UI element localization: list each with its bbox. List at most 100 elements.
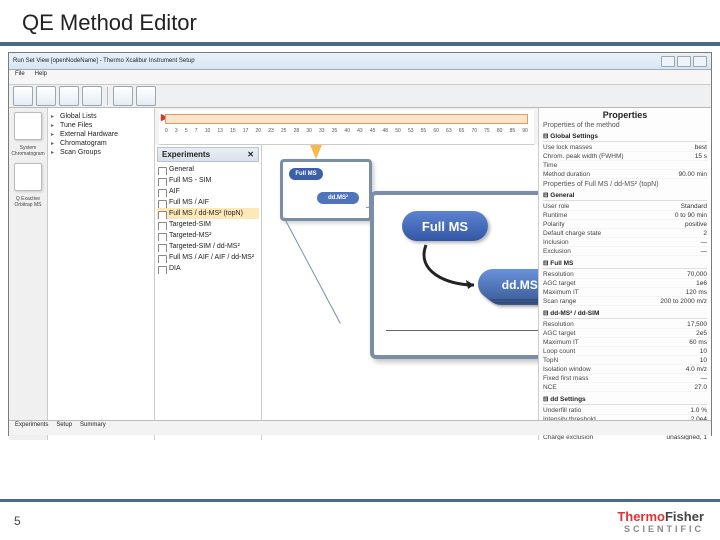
property-group[interactable]: General [543, 191, 707, 201]
window-titlebar[interactable]: Run Set View [openNodeName] - Thermo Xca… [9, 53, 711, 70]
property-value[interactable]: 17,500 [687, 321, 707, 328]
experiment-item[interactable]: General [157, 164, 259, 175]
property-row[interactable]: NCE27.0 [543, 383, 707, 392]
property-row[interactable]: Inclusion— [543, 238, 707, 247]
property-row[interactable]: Time [543, 161, 707, 170]
property-value[interactable]: 10 [700, 357, 707, 364]
property-row[interactable]: Maximum IT120 ms [543, 288, 707, 297]
experiment-item[interactable]: Targeted-SIM [157, 219, 259, 230]
tree-item[interactable]: External Hardware [50, 130, 152, 139]
property-row[interactable]: AGC target2e5 [543, 329, 707, 338]
toolbar-print-icon[interactable] [82, 86, 102, 106]
experiment-item[interactable]: Full MS - SIM [157, 175, 259, 186]
experiments-close-icon[interactable]: ✕ [247, 150, 254, 159]
experiment-item[interactable]: AIF [157, 186, 259, 197]
property-row[interactable]: TopN10 [543, 356, 707, 365]
toolbar-open-icon[interactable] [36, 86, 56, 106]
property-row[interactable]: Isolation window4.0 m/z [543, 365, 707, 374]
property-row[interactable]: Chrom. peak width (FWHM)15 s [543, 152, 707, 161]
ddms2-pill[interactable]: dd.MS2 [478, 269, 538, 299]
toolbar-redo-icon[interactable] [136, 86, 156, 106]
property-group[interactable]: dd Settings [543, 395, 707, 405]
property-value[interactable]: 1.0 % [690, 407, 707, 414]
method-thumbnail[interactable]: Full MS dd.MS² [280, 159, 372, 221]
property-row[interactable]: Polaritypositive [543, 220, 707, 229]
property-row[interactable]: Loop count10 [543, 347, 707, 356]
menu-file[interactable]: File [15, 71, 25, 83]
property-value[interactable]: 27.0 [694, 384, 707, 391]
properties-panel: Properties Properties of the method Glob… [539, 108, 711, 440]
close-button[interactable] [693, 56, 707, 67]
status-tab[interactable]: Experiments [15, 422, 48, 434]
timeline[interactable]: ▶ 03571013151720232528303335404345485053… [159, 110, 534, 145]
property-value[interactable]: 4.0 m/z [686, 366, 707, 373]
property-group[interactable]: dd-MS² / dd-SIM [543, 309, 707, 319]
property-value[interactable]: 15 s [695, 153, 707, 160]
nav-tree[interactable]: Global Lists Tune Files External Hardwar… [48, 108, 155, 440]
property-row[interactable]: Scan range200 to 2000 m/z [543, 297, 707, 306]
property-row[interactable]: Use lock massesbest [543, 143, 707, 152]
property-row[interactable]: Exclusion— [543, 247, 707, 256]
experiment-item[interactable]: DIA [157, 263, 259, 274]
property-value[interactable]: 90.00 min [678, 171, 707, 178]
property-key: Method duration [543, 171, 590, 178]
experiment-item[interactable]: Full MS / dd-MS² (topN) [157, 208, 259, 219]
tree-item[interactable]: Scan Groups [50, 148, 152, 157]
toolbar-undo-icon[interactable] [113, 86, 133, 106]
device-strip: System Chromatogram Q Exactive Orbitrap … [9, 108, 48, 440]
experiment-item[interactable]: Targeted-MS² [157, 230, 259, 241]
status-tab[interactable]: Summary [80, 422, 106, 434]
property-value[interactable]: 60 ms [689, 339, 707, 346]
window-title: Run Set View [openNodeName] - Thermo Xca… [13, 58, 195, 64]
property-key: Underfill ratio [543, 407, 581, 414]
property-group[interactable]: Global Settings [543, 132, 707, 142]
timeline-tick: 48 [383, 128, 389, 134]
property-value[interactable]: Standard [681, 203, 707, 210]
property-value[interactable]: best [695, 144, 707, 151]
property-value[interactable]: 70,000 [687, 271, 707, 278]
property-value[interactable]: 200 to 2000 m/z [660, 298, 707, 305]
status-tab[interactable]: Setup [56, 422, 72, 434]
experiment-item[interactable]: Full MS / AIF [157, 197, 259, 208]
menu-bar[interactable]: File Help [9, 70, 711, 85]
property-row[interactable]: AGC target1e6 [543, 279, 707, 288]
timeline-tick: 35 [332, 128, 338, 134]
experiment-item[interactable]: Full MS / AIF / AIF / dd-MS² [157, 252, 259, 263]
method-canvas[interactable]: Full MS dd.MS² Full MS [262, 145, 538, 440]
device-chromatogram-icon[interactable] [14, 112, 42, 140]
property-value[interactable]: — [701, 248, 708, 255]
property-row[interactable]: Runtime0 to 90 min [543, 211, 707, 220]
property-value[interactable]: 10 [700, 348, 707, 355]
property-value[interactable]: 0 to 90 min [675, 212, 707, 219]
property-row[interactable]: User roleStandard [543, 202, 707, 211]
property-row[interactable]: Fixed first mass— [543, 374, 707, 383]
property-value[interactable]: 1e6 [696, 280, 707, 287]
toolbar-save-icon[interactable] [59, 86, 79, 106]
fullms-pill[interactable]: Full MS [402, 211, 488, 241]
property-row[interactable]: Underfill ratio 1.0 % [543, 406, 707, 415]
maximize-button[interactable] [677, 56, 691, 67]
menu-help[interactable]: Help [35, 71, 47, 83]
property-value[interactable]: 2e5 [696, 330, 707, 337]
property-value[interactable]: — [701, 375, 708, 382]
property-row[interactable]: Maximum IT60 ms [543, 338, 707, 347]
property-value[interactable]: — [701, 239, 708, 246]
property-value[interactable]: 2 [703, 230, 707, 237]
property-value[interactable]: 120 ms [686, 289, 707, 296]
toolbar-new-icon[interactable] [13, 86, 33, 106]
timeline-bar[interactable] [165, 114, 528, 124]
property-value[interactable]: positive [685, 221, 707, 228]
timeline-tick: 30 [306, 128, 312, 134]
device-orbitrap-icon[interactable] [14, 163, 42, 191]
property-row[interactable]: Resolution70,000 [543, 270, 707, 279]
minimize-button[interactable] [661, 56, 675, 67]
property-row[interactable]: Resolution17,500 [543, 320, 707, 329]
experiment-item[interactable]: Targeted-SIM / dd-MS² [157, 241, 259, 252]
tree-item[interactable]: Chromatogram [50, 139, 152, 148]
property-row[interactable]: Method duration 90.00 min [543, 170, 707, 179]
property-group[interactable]: Full MS [543, 259, 707, 269]
method-card[interactable]: Full MS dd.MS2 [370, 191, 538, 359]
property-row[interactable]: Default charge state2 [543, 229, 707, 238]
tree-item[interactable]: Tune Files [50, 121, 152, 130]
tree-item[interactable]: Global Lists [50, 112, 152, 121]
